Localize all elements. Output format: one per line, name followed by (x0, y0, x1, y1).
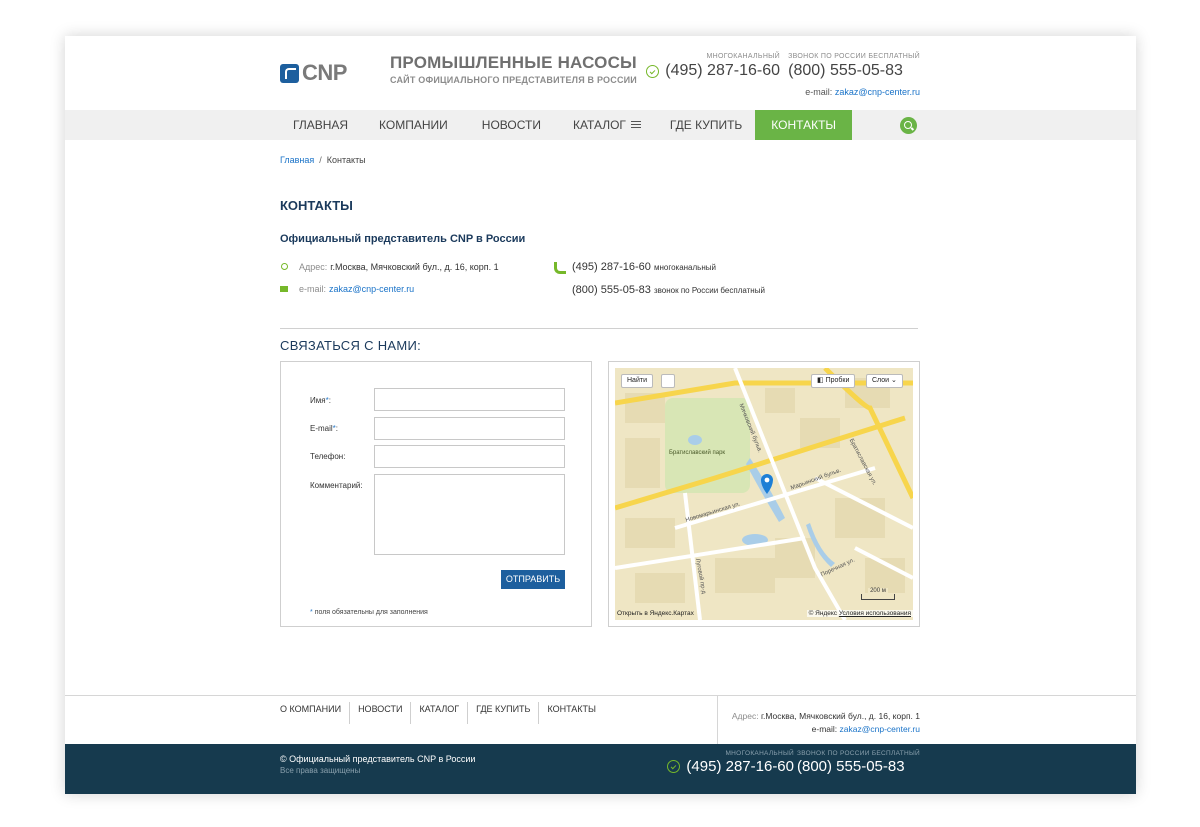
mail-icon (280, 285, 289, 293)
contact-form-heading: СВЯЗАТЬСЯ С НАМИ: (280, 338, 422, 353)
layers-button[interactable]: Слои ⌄ (866, 374, 903, 388)
name-label: Имя*: (310, 396, 331, 405)
contact-form: Имя*: E-mail*: Телефон: Комментарий: ОТП… (280, 361, 592, 627)
map-find-button[interactable]: Найти (621, 374, 653, 388)
footer-contacts: Адрес: г.Москва, Мячковский бул., д. 16,… (732, 710, 920, 736)
comment-label: Комментарий: (310, 481, 363, 490)
site-title: ПРОМЫШЛЕННЫЕ НАСОСЫ (390, 53, 637, 72)
required-note: * поля обязательны для заполнения (310, 609, 428, 616)
phone-field[interactable] (374, 445, 565, 468)
park-label: Братиславский парк (668, 450, 726, 456)
email-field[interactable] (374, 417, 565, 440)
phone-number[interactable]: (800) 555-05-83 (797, 758, 905, 775)
map-terms-link[interactable]: Условия использования (839, 610, 911, 617)
phone-number[interactable]: (800) 555-05-83 (572, 284, 651, 296)
footer-nav-where-to-buy[interactable]: ГДЕ КУПИТЬ (468, 702, 540, 724)
map-graphics (615, 368, 913, 620)
footer-phone-2: звонок по России бесплатный (800) 555-05… (797, 750, 920, 775)
phone-icon (646, 64, 660, 78)
yandex-map[interactable]: Найти ◧ Пробки Слои ⌄ Братиславский парк… (615, 368, 913, 620)
menu-icon (630, 121, 641, 128)
name-field[interactable] (374, 388, 565, 411)
nav-item-catalog[interactable]: КАТАЛОГ (557, 110, 657, 140)
email-label: e-mail: (299, 284, 327, 294)
phone-note: звонок по России бесплатный (653, 286, 765, 295)
breadcrumb-separator: / (319, 155, 322, 165)
copyright: © Официальный представитель CNP в России (280, 754, 476, 764)
chevron-down-icon: ⌄ (890, 377, 897, 384)
logo-text: CNP (302, 60, 347, 85)
email-label: e-mail: (805, 87, 833, 97)
phone-number[interactable]: (800) 555-05-83 (788, 62, 903, 80)
footer-divider (65, 695, 1136, 696)
nav-item-label: КАТАЛОГ (572, 118, 626, 132)
main-nav: ГЛАВНАЯ КОМПАНИИ НОВОСТИ КАТАЛОГ ГДЕ КУП… (65, 110, 1136, 140)
header-phone-2: звонок по России бесплатный (800) 555-05… (788, 53, 920, 80)
footer-phone-1: многоканальный (495) 287-16-60 (667, 750, 794, 775)
submit-button[interactable]: ОТПРАВИТЬ (501, 570, 565, 589)
nav-item-companies[interactable]: КОМПАНИИ (361, 110, 466, 140)
phone-icon (554, 262, 566, 274)
address-value: г.Москва, Мячковский бул., д. 16, корп. … (760, 711, 920, 721)
email-link[interactable]: zakaz@cnp-center.ru (840, 724, 920, 734)
company-name: Официальный представитель CNP в России (280, 233, 526, 245)
nav-item-contacts[interactable]: КОНТАКТЫ (755, 110, 853, 140)
phone-caption: звонок по России бесплатный (788, 53, 920, 60)
phone-caption: многоканальный (706, 53, 780, 60)
comment-textarea[interactable] (374, 474, 565, 555)
logo[interactable]: CNP (280, 60, 347, 86)
breadcrumb: Главная / Контакты (280, 155, 366, 165)
header-email: e-mail: zakaz@cnp-center.ru (805, 87, 920, 97)
nav-item-where-to-buy[interactable]: ГДЕ КУПИТЬ (657, 110, 755, 140)
phone-number[interactable]: (495) 287-16-60 (686, 758, 794, 775)
footer-nav: О КОМПАНИИ НОВОСТИ КАТАЛОГ ГДЕ КУПИТЬ КО… (280, 702, 604, 724)
phone-icon (667, 760, 681, 773)
address-value: г.Москва, Мячковский бул., д. 16, корп. … (330, 262, 499, 272)
email-label: e-mail: (811, 724, 838, 734)
traffic-button[interactable]: ◧ Пробки (811, 374, 856, 388)
page: CNP ПРОМЫШЛЕННЫЕ НАСОСЫ САЙТ ОФИЦИАЛЬНОГ… (65, 36, 1136, 794)
breadcrumb-current: Контакты (326, 155, 366, 165)
phone-caption: многоканальный (725, 750, 794, 757)
nav-item-home[interactable]: ГЛАВНАЯ (280, 110, 361, 140)
email-link[interactable]: zakaz@cnp-center.ru (329, 284, 414, 294)
address-label: Адрес: (731, 711, 759, 721)
footer-nav-catalog[interactable]: КАТАЛОГ (411, 702, 469, 724)
site-tagline: ПРОМЫШЛЕННЫЕ НАСОСЫ САЙТ ОФИЦИАЛЬНОГО ПР… (390, 53, 637, 85)
phone-number[interactable]: (495) 287-16-60 (665, 62, 780, 80)
company-email: e-mail: zakaz@cnp-center.ru (280, 284, 414, 294)
phone-caption: звонок по России бесплатный (796, 750, 920, 757)
map-widget: Найти ◧ Пробки Слои ⌄ Братиславский парк… (608, 361, 920, 627)
traffic-icon: ◧ (817, 377, 826, 384)
address-icon (280, 263, 289, 271)
search-icon[interactable] (900, 117, 917, 134)
map-scale: 200 м (861, 588, 895, 600)
open-in-yandex-link[interactable]: Открыть в Яндекс.Картах (617, 610, 694, 617)
email-link[interactable]: zakaz@cnp-center.ru (835, 87, 920, 97)
footer-nav-contacts[interactable]: КОНТАКТЫ (539, 702, 604, 724)
phone-label: Телефон: (310, 452, 346, 461)
company-address: Адрес: г.Москва, Мячковский бул., д. 16,… (280, 262, 499, 272)
rights-reserved: Все права защищены (280, 766, 361, 775)
footer-separator (717, 696, 718, 744)
footer-nav-news[interactable]: НОВОСТИ (350, 702, 412, 724)
phone-note: многоканальный (653, 263, 716, 272)
site-subtitle: САЙТ ОФИЦИАЛЬНОГО ПРЕДСТАВИТЕЛЯ В РОССИИ (390, 75, 637, 85)
footer-nav-about[interactable]: О КОМПАНИИ (280, 702, 351, 724)
header-phone-1: многоканальный (495) 287-16-60 (646, 53, 780, 80)
section-divider (280, 328, 918, 329)
nav-item-news[interactable]: НОВОСТИ (466, 110, 557, 140)
cnp-logo-icon (280, 63, 299, 83)
route-icon[interactable] (661, 374, 675, 388)
map-copyright: © Яндекс Условия использования (806, 610, 913, 617)
company-phone-2: (800) 555-05-83 звонок по России бесплат… (572, 284, 765, 296)
breadcrumb-home[interactable]: Главная (280, 155, 314, 165)
footer-bar: © Официальный представитель CNP в России… (65, 744, 1136, 794)
phone-number[interactable]: (495) 287-16-60 (572, 261, 651, 273)
page-title: КОНТАКТЫ (280, 198, 353, 213)
email-label: E-mail*: (310, 424, 339, 433)
company-phone-1: (495) 287-16-60 многоканальный (572, 261, 716, 273)
address-label: Адрес: (299, 262, 328, 272)
